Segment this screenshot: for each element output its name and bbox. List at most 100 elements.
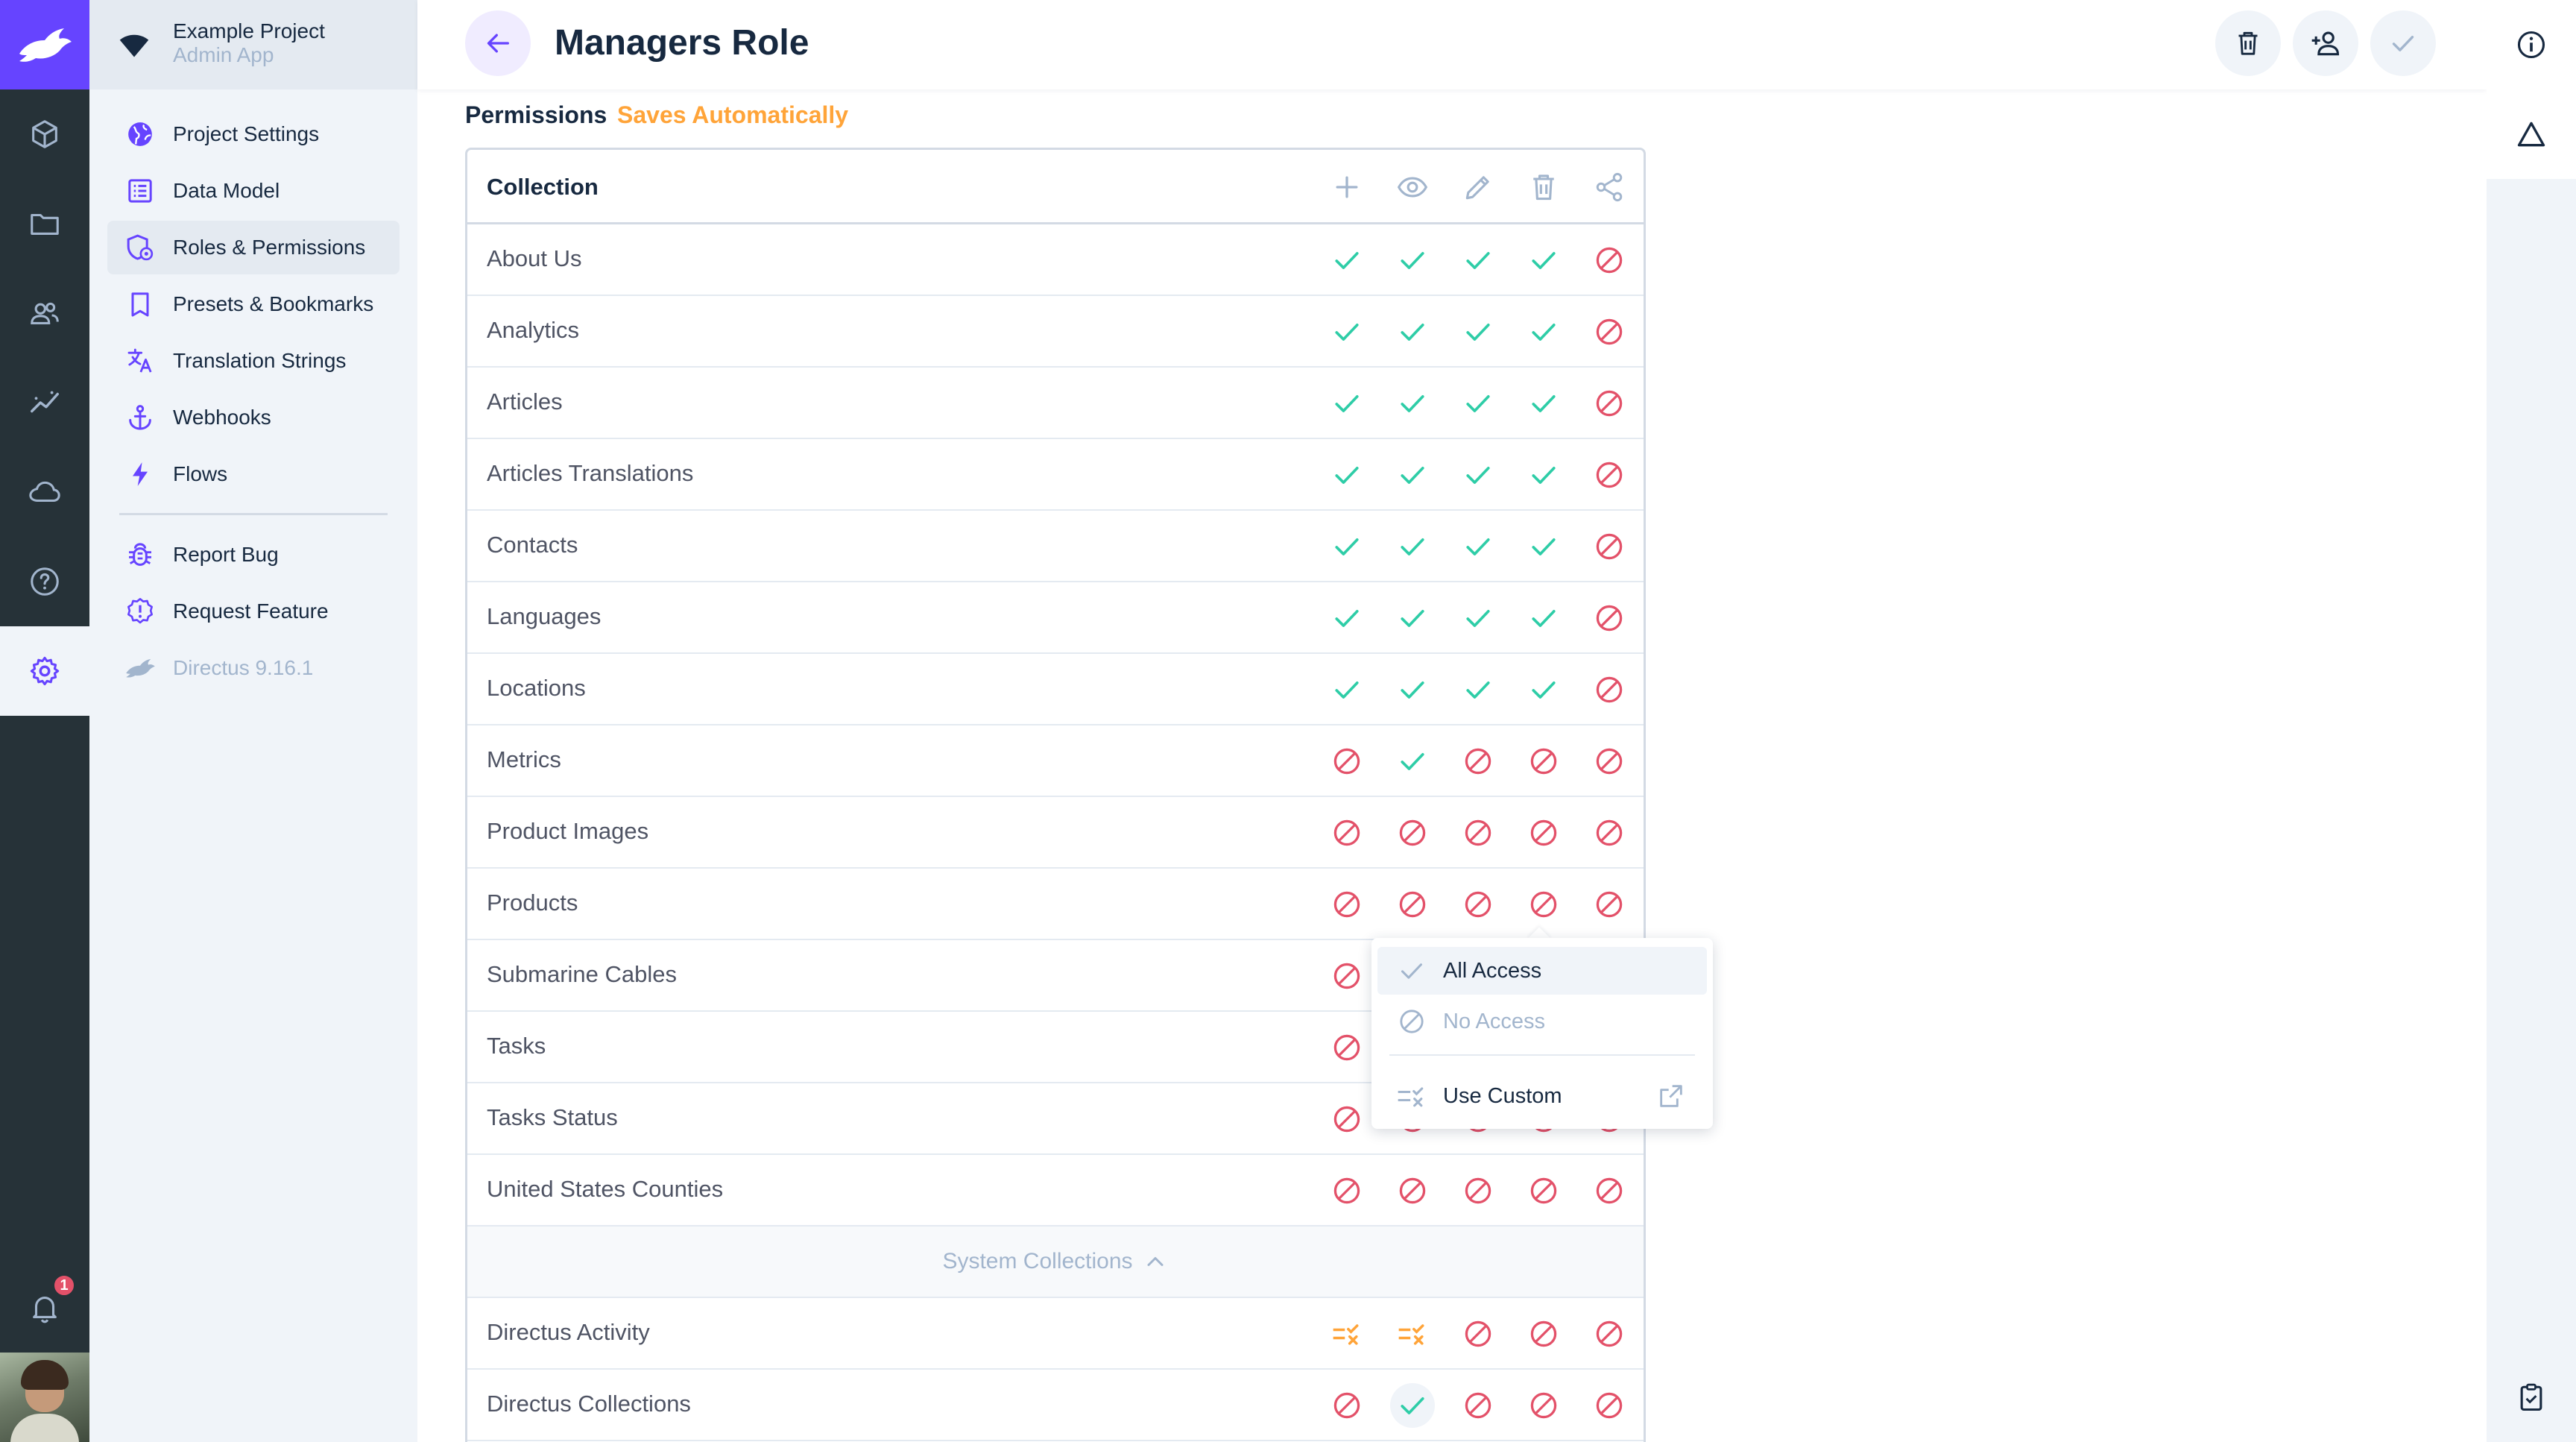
nav-item-request-feature[interactable]: Request Feature [107, 585, 400, 638]
delete-permission-toggle[interactable] [1521, 309, 1566, 354]
read-permission-toggle[interactable] [1390, 667, 1435, 712]
nav-item-translation-strings[interactable]: Translation Strings [107, 334, 400, 388]
share-permission-toggle[interactable] [1587, 309, 1632, 354]
nav-item-project-settings[interactable]: Project Settings [107, 107, 400, 161]
menu-item-no-access[interactable]: No Access [1377, 998, 1707, 1045]
nav-item-presets-bookmarks[interactable]: Presets & Bookmarks [107, 277, 400, 331]
read-permission-toggle[interactable] [1390, 810, 1435, 855]
read-permission-toggle[interactable] [1390, 596, 1435, 640]
read-permission-toggle[interactable] [1390, 524, 1435, 569]
module-help[interactable] [0, 537, 89, 626]
user-avatar[interactable] [0, 1353, 89, 1442]
update-permission-toggle[interactable] [1456, 739, 1500, 784]
nav-item-webhooks[interactable]: Webhooks [107, 391, 400, 444]
delete-permission-toggle[interactable] [1521, 238, 1566, 283]
create-permission-toggle[interactable] [1325, 954, 1369, 998]
share-permission-toggle[interactable] [1587, 1168, 1632, 1213]
module-settings[interactable] [0, 626, 89, 716]
sidebar-clipboard-button[interactable] [2487, 1353, 2576, 1442]
share-permission-toggle[interactable] [1587, 381, 1632, 426]
menu-item-all-access[interactable]: All Access [1377, 947, 1707, 995]
update-permission-toggle[interactable] [1456, 882, 1500, 927]
create-permission-toggle[interactable] [1325, 1097, 1369, 1142]
delete-role-button[interactable] [2215, 10, 2281, 76]
create-permission-toggle[interactable] [1325, 524, 1369, 569]
share-permission-toggle[interactable] [1587, 810, 1632, 855]
share-permission-toggle[interactable] [1587, 453, 1632, 497]
share-permission-toggle[interactable] [1587, 882, 1632, 927]
module-files[interactable] [0, 179, 89, 268]
update-permission-toggle[interactable] [1456, 238, 1500, 283]
update-permission-toggle[interactable] [1456, 667, 1500, 712]
menu-item-use-custom[interactable]: Use Custom [1377, 1072, 1707, 1120]
delete-permission-toggle[interactable] [1521, 381, 1566, 426]
update-permission-toggle[interactable] [1456, 1383, 1500, 1428]
read-permission-toggle[interactable] [1390, 309, 1435, 354]
invite-user-button[interactable] [2293, 10, 2358, 76]
notifications-button[interactable] [0, 1263, 89, 1353]
nav-item-flows[interactable]: Flows [107, 447, 400, 501]
read-permission-toggle[interactable] [1390, 238, 1435, 283]
read-permission-toggle[interactable] [1390, 1168, 1435, 1213]
create-permission-toggle[interactable] [1325, 810, 1369, 855]
delete-permission-toggle[interactable] [1521, 596, 1566, 640]
create-permission-toggle[interactable] [1325, 1383, 1369, 1428]
create-permission-toggle[interactable] [1325, 381, 1369, 426]
update-permission-toggle[interactable] [1456, 596, 1500, 640]
read-permission-toggle[interactable] [1390, 739, 1435, 784]
share-permission-toggle[interactable] [1587, 596, 1632, 640]
sidebar-info-button[interactable] [2487, 0, 2576, 89]
create-permission-toggle[interactable] [1325, 1168, 1369, 1213]
share-permission-toggle[interactable] [1587, 739, 1632, 784]
read-permission-toggle[interactable] [1390, 1383, 1435, 1428]
sidebar-warning-button[interactable] [2487, 89, 2576, 179]
module-users[interactable] [0, 268, 89, 358]
create-permission-toggle[interactable] [1325, 667, 1369, 712]
delete-permission-toggle[interactable] [1521, 667, 1566, 712]
project-switcher[interactable]: Example Project Admin App [89, 0, 417, 89]
share-permission-toggle[interactable] [1587, 238, 1632, 283]
save-button[interactable] [2370, 10, 2436, 76]
create-permission-toggle[interactable] [1325, 1025, 1369, 1070]
delete-permission-toggle[interactable] [1521, 1383, 1566, 1428]
nav-item-data-model[interactable]: Data Model [107, 164, 400, 218]
delete-permission-toggle[interactable] [1521, 810, 1566, 855]
share-permission-toggle[interactable] [1587, 667, 1632, 712]
module-cloud[interactable] [0, 447, 89, 537]
read-permission-toggle[interactable] [1390, 381, 1435, 426]
system-collections-toggle[interactable]: System Collections [467, 1227, 1644, 1298]
delete-permission-toggle[interactable] [1521, 1312, 1566, 1356]
delete-permission-toggle[interactable] [1521, 524, 1566, 569]
create-permission-toggle[interactable] [1325, 596, 1369, 640]
create-permission-toggle[interactable] [1325, 739, 1369, 784]
update-permission-toggle[interactable] [1456, 453, 1500, 497]
create-permission-toggle[interactable] [1325, 1312, 1369, 1356]
share-permission-toggle[interactable] [1587, 1383, 1632, 1428]
delete-permission-toggle[interactable] [1521, 453, 1566, 497]
read-permission-toggle[interactable] [1390, 882, 1435, 927]
nav-item-roles-permissions[interactable]: Roles & Permissions [107, 221, 400, 274]
version-label: Directus 9.16.1 [173, 656, 314, 679]
create-permission-toggle[interactable] [1325, 882, 1369, 927]
nav-item-report-bug[interactable]: Report Bug [107, 528, 400, 582]
update-permission-toggle[interactable] [1456, 1168, 1500, 1213]
create-permission-toggle[interactable] [1325, 309, 1369, 354]
back-button[interactable] [465, 10, 531, 76]
delete-permission-toggle[interactable] [1521, 882, 1566, 927]
create-permission-toggle[interactable] [1325, 238, 1369, 283]
update-permission-toggle[interactable] [1456, 1312, 1500, 1356]
module-insights[interactable] [0, 358, 89, 447]
update-permission-toggle[interactable] [1456, 381, 1500, 426]
delete-permission-toggle[interactable] [1521, 1168, 1566, 1213]
update-permission-toggle[interactable] [1456, 309, 1500, 354]
delete-permission-toggle[interactable] [1521, 739, 1566, 784]
read-permission-toggle[interactable] [1390, 453, 1435, 497]
update-permission-toggle[interactable] [1456, 524, 1500, 569]
read-permission-toggle[interactable] [1390, 1312, 1435, 1356]
directus-logo[interactable] [0, 0, 89, 89]
share-permission-toggle[interactable] [1587, 1312, 1632, 1356]
update-permission-toggle[interactable] [1456, 810, 1500, 855]
share-permission-toggle[interactable] [1587, 524, 1632, 569]
module-content[interactable] [0, 89, 89, 179]
create-permission-toggle[interactable] [1325, 453, 1369, 497]
